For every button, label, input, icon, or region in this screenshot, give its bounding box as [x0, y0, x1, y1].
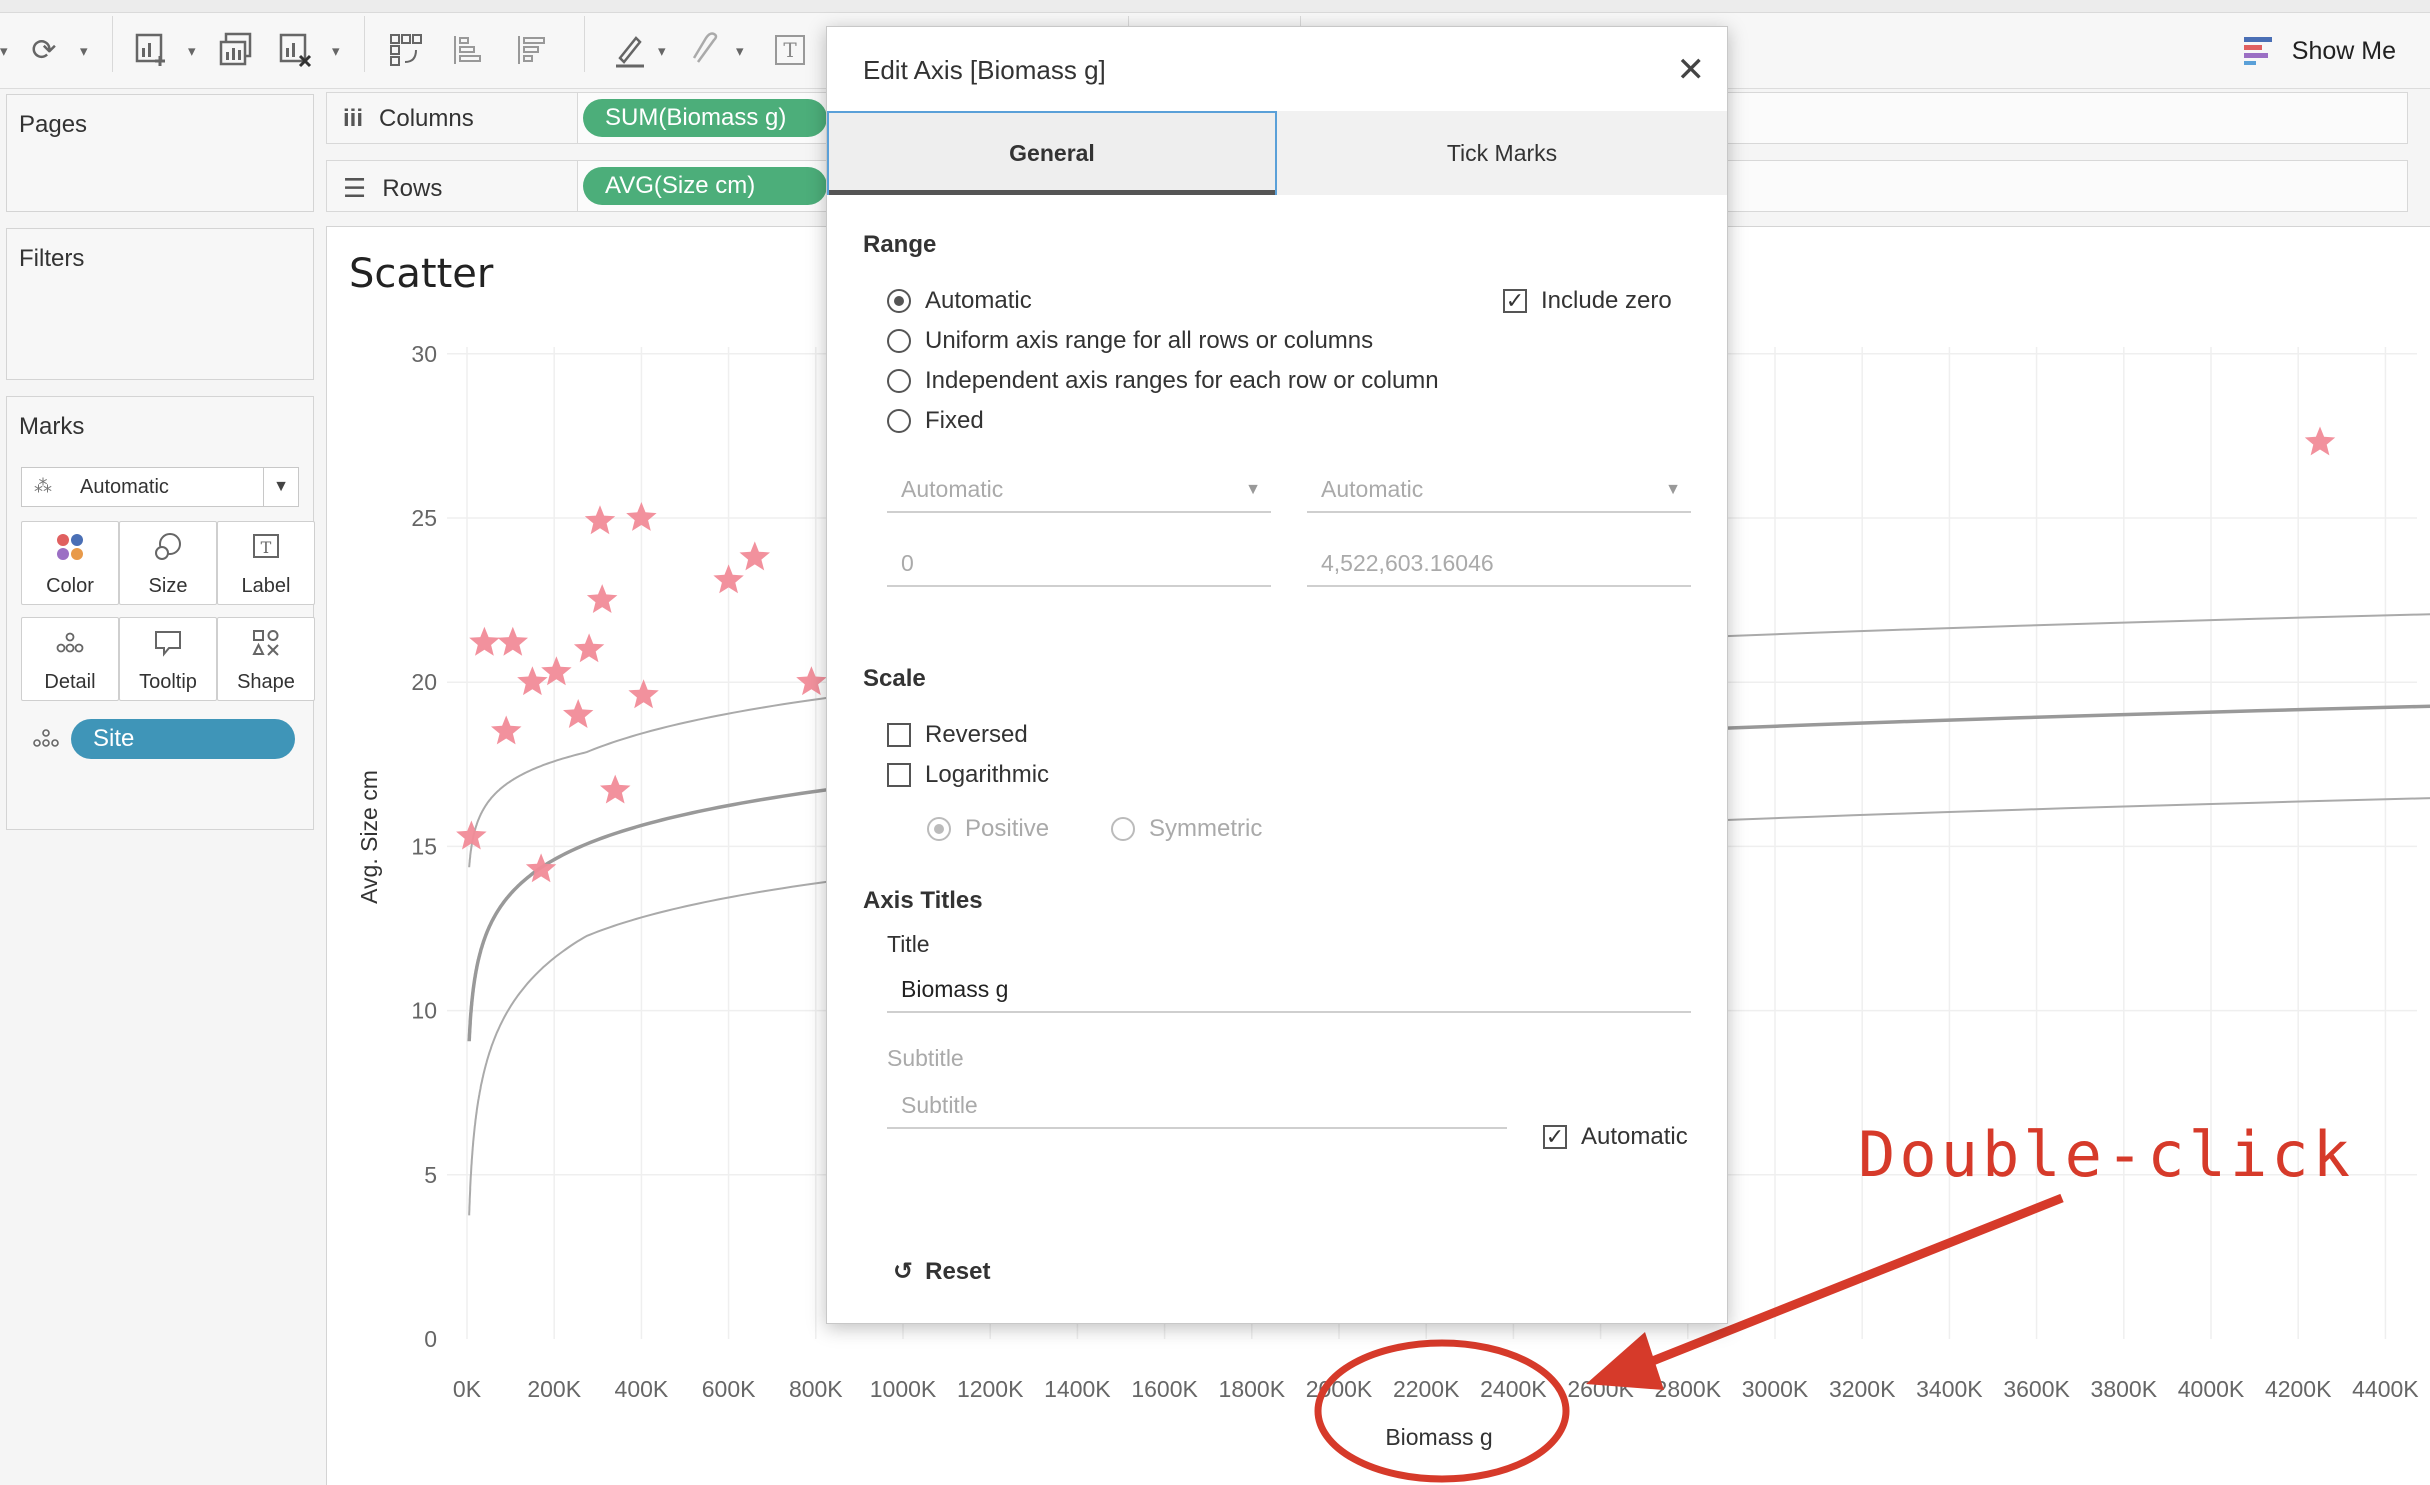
- positive-label: Positive: [965, 815, 1050, 842]
- radio-positive: [927, 817, 951, 841]
- range-start-select-value: Automatic: [901, 475, 1004, 502]
- tab-general[interactable]: General: [827, 111, 1277, 195]
- range-end-value: 4,522,603.16046: [1321, 549, 1494, 576]
- positive-option: Positive: [927, 815, 1049, 843]
- scale-heading: Scale: [863, 665, 926, 692]
- range-fixed-option[interactable]: Fixed: [887, 407, 984, 435]
- subtitle-input[interactable]: Subtitle: [887, 1083, 1507, 1129]
- reversed-label: Reversed: [925, 721, 1028, 748]
- title-label: Title: [887, 931, 930, 957]
- subtitle-automatic-option[interactable]: ✓ Automatic: [1543, 1123, 1688, 1151]
- range-end-select[interactable]: Automatic ▼: [1307, 467, 1691, 513]
- range-option-label: Automatic: [925, 287, 1032, 314]
- range-start-select[interactable]: Automatic ▼: [887, 467, 1271, 513]
- range-heading: Range: [863, 231, 937, 258]
- logarithmic-checkbox[interactable]: [887, 763, 911, 787]
- radio-fixed[interactable]: [887, 409, 911, 433]
- radio-uniform[interactable]: [887, 329, 911, 353]
- include-zero-checkbox[interactable]: ✓: [1503, 289, 1527, 313]
- range-start-field[interactable]: 0: [887, 541, 1271, 587]
- logarithmic-option[interactable]: Logarithmic: [887, 761, 1049, 789]
- close-icon[interactable]: ✕: [1677, 53, 1706, 87]
- axis-titles-heading: Axis Titles: [863, 887, 983, 914]
- edit-axis-dialog: Edit Axis [Biomass g] ✕ General Tick Mar…: [826, 26, 1728, 1324]
- reversed-option[interactable]: Reversed: [887, 721, 1028, 749]
- tab-tick-marks[interactable]: Tick Marks: [1277, 111, 1727, 195]
- subtitle-input-placeholder: Subtitle: [901, 1091, 978, 1118]
- range-independent-option[interactable]: Independent axis ranges for each row or …: [887, 367, 1439, 395]
- range-uniform-option[interactable]: Uniform axis range for all rows or colum…: [887, 327, 1373, 355]
- dialog-tabs: General Tick Marks: [827, 111, 1727, 195]
- include-zero-option[interactable]: ✓ Include zero: [1503, 287, 1672, 315]
- reset-button[interactable]: ↺ Reset: [893, 1257, 990, 1286]
- annotation-ellipse: [1314, 1339, 1570, 1483]
- reset-icon: ↺: [893, 1258, 914, 1285]
- radio-symmetric: [1111, 817, 1135, 841]
- range-option-label: Independent axis ranges for each row or …: [925, 367, 1439, 394]
- chevron-down-icon: ▼: [1665, 481, 1681, 498]
- range-end-field[interactable]: 4,522,603.16046: [1307, 541, 1691, 587]
- annotation-arrowhead: [1586, 1332, 1664, 1390]
- radio-automatic[interactable]: [887, 289, 911, 313]
- title-input-value: Biomass g: [901, 975, 1009, 1002]
- range-start-value: 0: [901, 549, 914, 576]
- include-zero-label: Include zero: [1541, 287, 1672, 314]
- range-end-select-value: Automatic: [1321, 475, 1424, 502]
- reset-label: Reset: [925, 1257, 991, 1285]
- range-option-label: Fixed: [925, 407, 984, 434]
- logarithmic-label: Logarithmic: [925, 761, 1050, 788]
- subtitle-automatic-checkbox[interactable]: ✓: [1543, 1125, 1567, 1149]
- range-automatic-option[interactable]: Automatic: [887, 287, 1032, 315]
- subtitle-label: Subtitle: [887, 1045, 964, 1071]
- dialog-title: Edit Axis [Biomass g]: [863, 55, 1106, 85]
- symmetric-option: Symmetric: [1111, 815, 1262, 843]
- subtitle-automatic-label: Automatic: [1581, 1123, 1688, 1150]
- reversed-checkbox[interactable]: [887, 723, 911, 747]
- chevron-down-icon: ▼: [1245, 481, 1261, 498]
- radio-independent[interactable]: [887, 369, 911, 393]
- symmetric-label: Symmetric: [1149, 815, 1263, 842]
- range-option-label: Uniform axis range for all rows or colum…: [925, 327, 1374, 354]
- title-input[interactable]: Biomass g: [887, 967, 1691, 1013]
